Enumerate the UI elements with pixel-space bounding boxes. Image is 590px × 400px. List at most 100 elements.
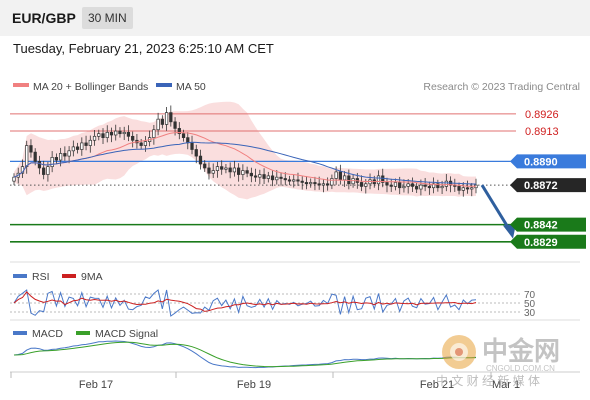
- candle-body: [203, 163, 207, 169]
- x-label-feb17: Feb 17: [79, 379, 113, 391]
- candle-body: [75, 146, 80, 150]
- legend-swatch-macd: [13, 331, 27, 335]
- candle-body: [262, 174, 266, 179]
- candle-body: [266, 175, 270, 179]
- level-label-0.8913: 0.8913: [525, 126, 559, 138]
- candle-body: [220, 166, 224, 170]
- candle-body: [461, 187, 465, 191]
- candle-body: [160, 118, 164, 125]
- level-label-0.8842: 0.8842: [524, 220, 558, 232]
- candle-body: [88, 139, 92, 146]
- candle-body: [67, 150, 71, 157]
- candle-body: [71, 146, 75, 152]
- candle-body: [207, 167, 211, 174]
- candle-body: [398, 182, 402, 189]
- candle-body: [29, 145, 33, 153]
- macd-lines: [13, 340, 477, 369]
- candle-body: [321, 183, 326, 186]
- level-label-0.8872: 0.8872: [524, 180, 558, 192]
- legend-swatch-bollinger: [13, 83, 29, 87]
- candle-body: [351, 178, 355, 185]
- candle-body: [393, 182, 398, 187]
- candle-body: [385, 182, 389, 186]
- candle-body: [304, 182, 309, 185]
- candle-body: [470, 187, 474, 190]
- candle-body: [334, 171, 338, 179]
- candle-body: [84, 142, 88, 146]
- level-label-0.8829: 0.8829: [524, 237, 558, 249]
- legend-ma50: MA 50: [176, 81, 206, 93]
- candle-body: [228, 167, 232, 173]
- candle-body: [139, 142, 143, 146]
- candle-body: [80, 142, 84, 150]
- candle-body: [190, 142, 194, 150]
- price-tags: 0.8926 0.8913 0.8890 0.8872 0.8842 0.8829: [510, 109, 586, 249]
- candle-body: [270, 175, 275, 181]
- candle-body: [50, 157, 54, 167]
- candle-body: [389, 184, 393, 187]
- legend-macd: MACD: [32, 328, 63, 340]
- candle-body: [105, 132, 109, 138]
- candle-body: [198, 155, 203, 165]
- candle-body: [279, 176, 283, 179]
- candle-body: [92, 135, 97, 141]
- candle-body: [237, 167, 241, 175]
- candle-body: [122, 132, 126, 135]
- candle-body: [440, 186, 444, 189]
- candle-body: [347, 175, 351, 185]
- candle-body: [194, 149, 198, 157]
- candle-body: [131, 135, 135, 141]
- candle-body: [42, 167, 46, 175]
- candle-body: [309, 182, 313, 185]
- candle-body: [317, 183, 321, 186]
- legend-swatch-rsi-ma: [62, 274, 76, 278]
- candle-body: [232, 167, 237, 173]
- x-label-feb19: Feb 19: [237, 379, 271, 391]
- candle-body: [126, 132, 131, 137]
- forecast-arrow: [480, 184, 516, 239]
- candle-body: [444, 180, 448, 187]
- legend-bollinger: MA 20 + Bollinger Bands: [33, 81, 148, 93]
- candle-body: [283, 178, 287, 181]
- macd-signal-line: [13, 341, 477, 368]
- legend-rsi-ma: 9MA: [81, 271, 103, 283]
- candle-body: [215, 166, 220, 171]
- candle-body: [156, 118, 160, 131]
- candle-body: [114, 130, 118, 136]
- candle-body: [342, 175, 347, 181]
- candle-body: [33, 151, 37, 162]
- candle-body: [241, 170, 245, 175]
- level-label-0.8926: 0.8926: [525, 109, 559, 121]
- candle-body: [457, 186, 461, 191]
- candle-body: [253, 175, 258, 178]
- candle-body: [152, 129, 156, 138]
- candle-body: [292, 179, 296, 182]
- candle-body: [245, 170, 249, 174]
- candle-body: [109, 132, 114, 136]
- candle-body: [376, 175, 381, 185]
- watermark-url: CNGOLD.COM.CN: [486, 364, 555, 373]
- legend-swatch-ma50: [156, 83, 172, 87]
- watermark-logo: 中金网 CNGOLD.COM.CN 中 文 财 经 新 媒 体: [436, 335, 560, 388]
- candle-body: [313, 182, 317, 185]
- candle-body: [101, 133, 105, 138]
- candle-body: [118, 130, 122, 135]
- rsi-label-30: 30: [524, 308, 536, 319]
- legend-swatch-macd-signal: [76, 331, 90, 335]
- candle-body: [37, 161, 42, 169]
- candle-body: [338, 171, 342, 181]
- candle-body: [143, 141, 148, 146]
- candle-body: [419, 184, 423, 190]
- candle-body: [169, 112, 173, 123]
- candle-body: [97, 133, 101, 137]
- candle-body: [296, 179, 300, 182]
- candle-body: [275, 176, 279, 181]
- candle-body: [258, 174, 262, 178]
- candle-body: [211, 170, 215, 174]
- candle-body: [427, 186, 431, 189]
- candle-body: [25, 145, 29, 167]
- candle-body: [359, 182, 364, 187]
- candle-body: [402, 186, 406, 189]
- candle-body: [59, 153, 63, 161]
- forecast-arrow-shaft: [480, 184, 512, 232]
